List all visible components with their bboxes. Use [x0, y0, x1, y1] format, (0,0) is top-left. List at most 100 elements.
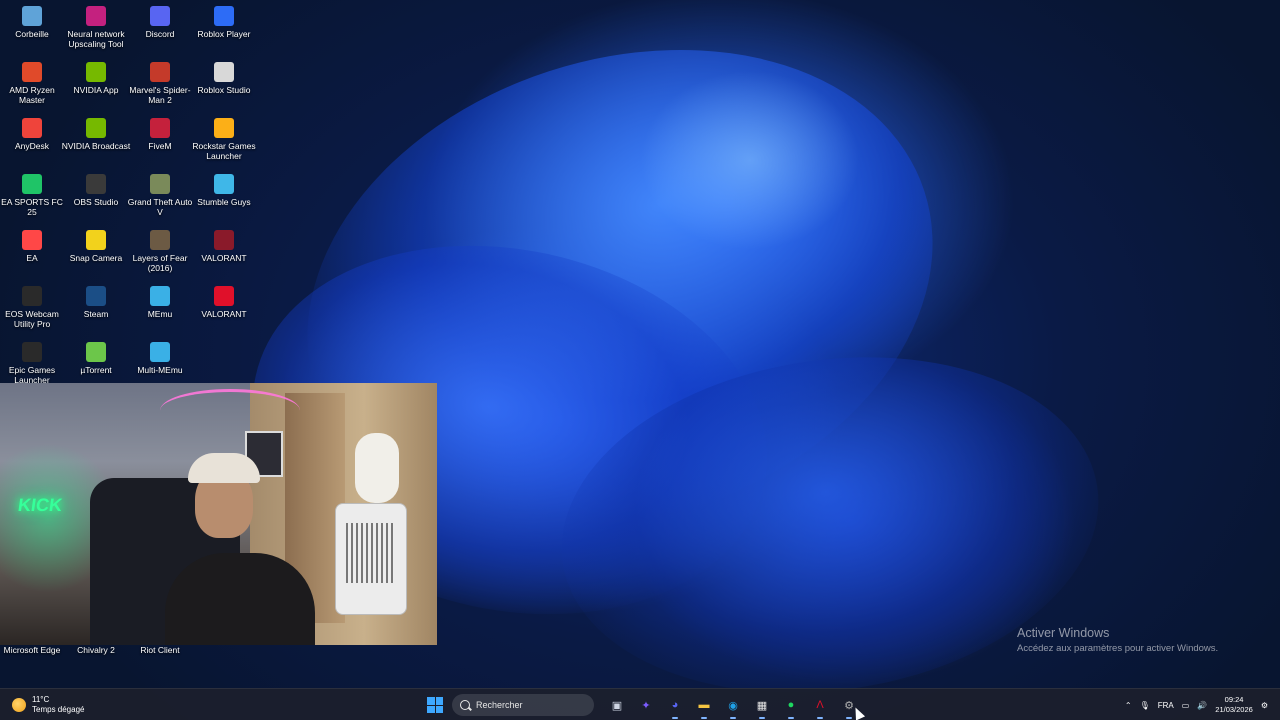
memu-icon — [150, 286, 170, 306]
rockstar-icon — [214, 118, 234, 138]
microphone-icon[interactable]: 🎙 — [1140, 701, 1150, 710]
file-explorer-icon[interactable]: ▬ — [693, 694, 715, 719]
clock-date: 21/03/2026 — [1215, 705, 1253, 714]
desktop-icon[interactable]: Steam — [64, 286, 128, 319]
desktop-icon[interactable]: AnyDesk — [0, 118, 64, 151]
desktop-icon-label: Neural network Upscaling Tool — [67, 29, 125, 49]
desktop-icon[interactable]: Microsoft Edge — [0, 642, 64, 655]
desktop-icon[interactable]: MEmu — [128, 286, 192, 319]
roblox-studio-icon — [214, 62, 234, 82]
wallpaper-highlight — [640, 70, 860, 250]
desktop-icon-grid: Corbeille Neural network Upscaling Tool Di… — [0, 0, 260, 386]
desktop-icon-label: Chivalry 2 — [77, 645, 115, 655]
spotify-icon[interactable]: ● — [780, 694, 802, 719]
ea-icon — [22, 230, 42, 250]
desktop-icon[interactable]: EOS Webcam Utility Pro — [0, 286, 64, 329]
search-box[interactable]: Rechercher — [452, 694, 594, 716]
desktop-icon[interactable]: Corbeille — [0, 6, 64, 39]
desktop-icon-label: MEmu — [147, 309, 173, 319]
amd-icon — [22, 62, 42, 82]
discord-icon[interactable]: ◕ — [664, 694, 686, 719]
start-button[interactable] — [424, 694, 446, 716]
fivem-icon — [150, 118, 170, 138]
desktop-icon-label: AnyDesk — [14, 141, 49, 151]
desktop-icon-label: Stumble Guys — [197, 197, 251, 207]
clock[interactable]: 09:24 21/03/2026 — [1215, 695, 1253, 715]
desktop-icon-label: Microsoft Edge — [3, 645, 61, 655]
desktop-icon-label: Roblox Player — [197, 29, 251, 39]
upscaling-tool-icon — [86, 6, 106, 26]
valorant-icon — [214, 230, 234, 250]
desktop-icon[interactable]: EA — [0, 230, 64, 263]
recycle-bin-icon — [22, 6, 42, 26]
desktop-icon-label: Epic Games Launcher — [8, 365, 56, 385]
weather-widget[interactable]: 11°C Temps dégagé — [12, 695, 84, 715]
fc25-icon — [22, 174, 42, 194]
language-indicator[interactable]: FRA — [1158, 701, 1174, 710]
desktop-icon-label: NVIDIA Broadcast — [61, 141, 131, 151]
eos-webcam-icon — [22, 286, 42, 306]
watermark-title: Activer Windows — [1017, 626, 1110, 640]
desktop-icon-label: EA — [26, 253, 38, 263]
desktop-icon[interactable]: VALORANT — [192, 286, 256, 319]
desktop-icon-label: Layers of Fear (2016) — [132, 253, 188, 273]
volume-icon[interactable]: 🔊 — [1197, 701, 1207, 710]
task-view-icon[interactable]: ▣ — [606, 694, 628, 716]
desktop-icon[interactable]: FiveM — [128, 118, 192, 151]
desktop-icon-label: Rockstar Games Launcher — [192, 141, 256, 161]
wallpaper-bloom — [539, 324, 1121, 720]
desktop-icon[interactable]: EA SPORTS FC 25 — [0, 174, 64, 217]
weather-condition: Temps dégagé — [32, 705, 85, 714]
kick-neon-sign: KICK — [16, 495, 64, 515]
desktop-icon[interactable]: Multi-MEmu — [128, 342, 192, 375]
desktop-icon[interactable]: Epic Games Launcher — [0, 342, 64, 385]
desktop-icon-label: FiveM — [148, 141, 172, 151]
desktop-icon-label: µTorrent — [80, 365, 112, 375]
roblox-icon — [214, 6, 234, 26]
desktop-icon[interactable]: Rockstar Games Launcher — [192, 118, 256, 161]
desktop-icon-label: Roblox Studio — [197, 85, 251, 95]
desktop-icon[interactable]: Stumble Guys — [192, 174, 256, 207]
desktop-icon[interactable]: Neural network Upscaling Tool — [64, 6, 128, 49]
desktop-icon-label: Corbeille — [15, 29, 49, 39]
streamer — [165, 553, 315, 645]
desktop-icon[interactable]: Roblox Player — [192, 6, 256, 39]
webcam-overlay: KICK — [0, 383, 437, 645]
network-icon[interactable]: ▭ — [1182, 701, 1190, 710]
desktop-icon-label: Riot Client — [140, 645, 180, 655]
desktop-icon[interactable]: Layers of Fear (2016) — [128, 230, 192, 273]
stumble-guys-icon — [214, 174, 234, 194]
notification-icon[interactable]: ⚙ — [1261, 701, 1268, 710]
desktop-icon[interactable]: AMD Ryzen Master — [0, 62, 64, 105]
desktop-icon[interactable]: NVIDIA App — [64, 62, 128, 95]
desktop-icon[interactable]: OBS Studio — [64, 174, 128, 207]
utorrent-icon — [86, 342, 106, 362]
desktop-icon[interactable]: Snap Camera — [64, 230, 128, 263]
sun-icon — [12, 698, 26, 712]
desktop-icon[interactable]: Riot Client — [128, 642, 192, 655]
activate-windows-watermark: Activer Windows Accédez aux paramètres p… — [1017, 626, 1218, 654]
desktop-icon[interactable]: NVIDIA Broadcast — [62, 118, 130, 151]
desktop-icon[interactable]: Grand Theft Auto V — [128, 174, 192, 217]
copilot-icon[interactable]: ✦ — [635, 694, 657, 716]
desktop-icon[interactable]: Chivalry 2 — [64, 642, 128, 655]
desktop-icon[interactable]: Marvel's Spider-Man 2 — [128, 62, 192, 105]
store-icon[interactable]: ▦ — [751, 694, 773, 719]
acrobat-icon[interactable]: Λ — [809, 694, 831, 719]
desktop-icon-label: EA SPORTS FC 25 — [1, 197, 63, 217]
desktop-icon[interactable]: Discord — [128, 6, 192, 39]
layers-of-fear-icon — [150, 230, 170, 250]
desktop-icon-label: VALORANT — [201, 309, 247, 319]
nvidia-broadcast-icon — [86, 118, 106, 138]
snap-camera-icon — [86, 230, 106, 250]
desktop-icon[interactable]: VALORANT — [192, 230, 256, 263]
desktop-icon[interactable]: Roblox Studio — [192, 62, 256, 95]
nvidia-icon — [86, 62, 106, 82]
steam-icon — [86, 286, 106, 306]
discord-icon — [150, 6, 170, 26]
desktop-icon[interactable]: µTorrent — [64, 342, 128, 375]
chevron-up-icon[interactable]: ⌃ — [1125, 701, 1132, 710]
desktop-icon-label: Steam — [83, 309, 109, 319]
taskbar: 11°C Temps dégagé Rechercher ▣ ✦ ◕ ▬ ◉ ▦ ● Λ ⚙ ⌃… — [0, 688, 1280, 720]
edge-icon[interactable]: ◉ — [722, 694, 744, 719]
